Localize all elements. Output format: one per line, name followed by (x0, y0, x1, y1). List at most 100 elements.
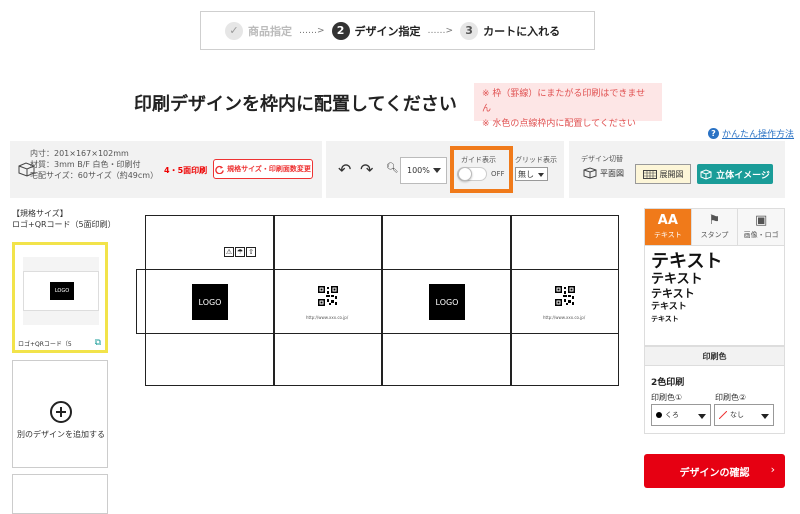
add-design-label: 別のデザインを追加する (17, 430, 105, 439)
qr-code-icon[interactable] (555, 286, 575, 306)
step-indicator: ✓ 商品指定 ……> 2 デザイン指定 ……> 3 カートに入れる (200, 11, 595, 50)
tab-text[interactable]: AA テキスト (645, 209, 691, 245)
plan-view-label: 平面図 (600, 168, 624, 178)
chevron-down-icon (761, 414, 769, 419)
top-flap-3[interactable] (382, 215, 511, 270)
tab-image-logo[interactable]: ▣ 画像・ロゴ (737, 209, 785, 245)
design-thumbnail[interactable]: LOGO ロゴ+QRコード（5 ⧉ (12, 242, 108, 353)
guide-state: OFF (491, 170, 505, 178)
check-icon: ✓ (225, 21, 243, 40)
refresh-icon (215, 165, 224, 174)
this-side-up-icon: ⇧ (246, 247, 256, 257)
top-flap-1[interactable]: ⚠ ☂ ⇧ (145, 215, 274, 270)
plan-view-button[interactable]: 平面図 (583, 167, 624, 179)
step-number: 3 (460, 21, 479, 40)
grid-select[interactable]: 無し (515, 167, 548, 181)
color1-label: 印刷色① (651, 393, 683, 402)
umbrella-icon: ☂ (235, 247, 245, 257)
page-title: 印刷デザインを枠内に配置してください (134, 94, 457, 115)
unfold-view-icon (642, 169, 657, 179)
face-3[interactable]: LOGO (382, 269, 511, 334)
thumbnail-caption: ロゴ+QRコード（5 (18, 341, 72, 348)
text-sample-xs[interactable]: テキスト (651, 314, 778, 325)
color2-label: 印刷色② (715, 393, 747, 402)
notice-line: ※ 水色の点線枠内に配置してください (482, 119, 636, 129)
text-icon: AA (657, 213, 678, 228)
zoom-icon: 🔍︎ (386, 163, 399, 174)
spec-delivery-size: 宅配サイズ：60サイズ（約49cm） (30, 171, 159, 180)
top-flap-4[interactable] (511, 215, 619, 270)
spec-material: 材質：3mm B/F 白色・印刷付 (30, 160, 141, 169)
cube-icon (700, 168, 712, 180)
chevron-down-icon (433, 168, 441, 173)
step-arrow: ……> (299, 25, 325, 36)
confirm-design-button[interactable]: デザインの確認 › (644, 454, 785, 488)
stamp-icon: ⚑ (708, 213, 721, 228)
color-dot-icon (656, 412, 662, 418)
face-1[interactable]: LOGO (145, 269, 274, 334)
step-design: 2 デザイン指定 (331, 21, 421, 40)
qr-code-icon[interactable] (318, 286, 338, 306)
text-sample-l[interactable]: テキスト (651, 272, 778, 287)
zoom-value: 100% (407, 166, 430, 175)
care-marks: ⚠ ☂ ⇧ (224, 247, 256, 257)
confirm-label: デザインの確認 (679, 467, 750, 479)
step-arrow: ……> (427, 25, 454, 36)
step-product: ✓ 商品指定 (225, 21, 292, 40)
3d-view-button[interactable]: 立体イメージ (697, 164, 773, 184)
3d-view-label: 立体イメージ (716, 170, 770, 181)
standard-size-label: 【規格サイズ】 ロゴ+QRコード（5面印刷） (12, 208, 116, 230)
notice-box: ※ 枠（罫線）にまたがる印刷はできません ※ 水色の点線枠内に配置してください (474, 83, 662, 129)
face-4[interactable]: http://www.xxx.co.jp/ (511, 269, 619, 334)
top-flap-2[interactable] (274, 215, 382, 270)
guide-toggle[interactable] (457, 167, 487, 181)
bottom-flap-2[interactable] (274, 333, 382, 386)
url-text: http://www.xxx.co.jp/ (543, 315, 586, 320)
tool-tabs: AA テキスト ⚑ スタンプ ▣ 画像・ロゴ (644, 208, 785, 246)
chevron-down-icon (538, 173, 544, 177)
unfold-view-button[interactable]: 展開図 (635, 164, 691, 184)
two-color-label: 2色印刷 (651, 378, 685, 388)
change-size-button[interactable]: 規格サイズ・印刷面数変更 (213, 159, 313, 179)
copy-icon[interactable]: ⧉ (95, 338, 101, 348)
undo-icon[interactable]: ↶ (338, 160, 351, 179)
design-card[interactable] (12, 474, 108, 514)
change-size-label: 規格サイズ・印刷面数変更 (227, 165, 311, 173)
help-link[interactable]: ? かんたん操作方法 (708, 127, 794, 140)
text-sample-s[interactable]: テキスト (651, 301, 778, 314)
bottom-flap-1[interactable] (145, 333, 274, 386)
question-icon: ? (708, 128, 719, 139)
thumbnail-logo: LOGO (50, 282, 74, 300)
text-sample-xl[interactable]: テキスト (651, 252, 778, 272)
step-label: デザイン指定 (354, 24, 421, 38)
logo-box[interactable]: LOGO (192, 284, 228, 320)
product-specs: 内寸：201×167×102mm 材質：3mm B/F 白色・印刷付 宅配サイズ… (30, 148, 160, 181)
design-name: ロゴ+QRコード（5面印刷） (12, 220, 116, 229)
color2-value: なし (730, 411, 744, 419)
thumbnail-preview: LOGO (23, 257, 99, 325)
help-link-label: かんたん操作方法 (722, 130, 795, 140)
color1-select[interactable]: くろ (651, 404, 711, 426)
tab-label: テキスト (653, 231, 682, 239)
bottom-flap-3[interactable] (382, 333, 511, 386)
grid-value: 無し (518, 169, 534, 179)
text-samples: テキスト テキスト テキスト テキスト テキスト (644, 246, 785, 346)
tab-label: スタンプ (700, 231, 729, 239)
step-label: 商品指定 (248, 24, 292, 38)
bottom-flap-4[interactable] (511, 333, 619, 386)
print-faces-label: 4・5面印刷 (164, 166, 208, 175)
notice-line: ※ 枠（罫線）にまたがる印刷はできません (482, 89, 646, 114)
face-2[interactable]: http://www.xxx.co.jp/ (274, 269, 382, 334)
unfold-view-label: 展開図 (659, 169, 684, 179)
step-label: カートに入れる (483, 24, 561, 38)
color1-value: くろ (665, 411, 679, 419)
add-design-card[interactable]: 別のデザインを追加する (12, 360, 108, 468)
color2-select[interactable]: なし (714, 404, 774, 426)
text-sample-m[interactable]: テキスト (651, 287, 778, 301)
redo-icon[interactable]: ↷ (360, 160, 373, 179)
design-switch-label: デザイン切替 (581, 155, 623, 163)
logo-box[interactable]: LOGO (429, 284, 465, 320)
step-number: 2 (331, 21, 350, 40)
tab-stamp[interactable]: ⚑ スタンプ (690, 209, 738, 245)
zoom-select[interactable]: 100% (400, 157, 447, 184)
